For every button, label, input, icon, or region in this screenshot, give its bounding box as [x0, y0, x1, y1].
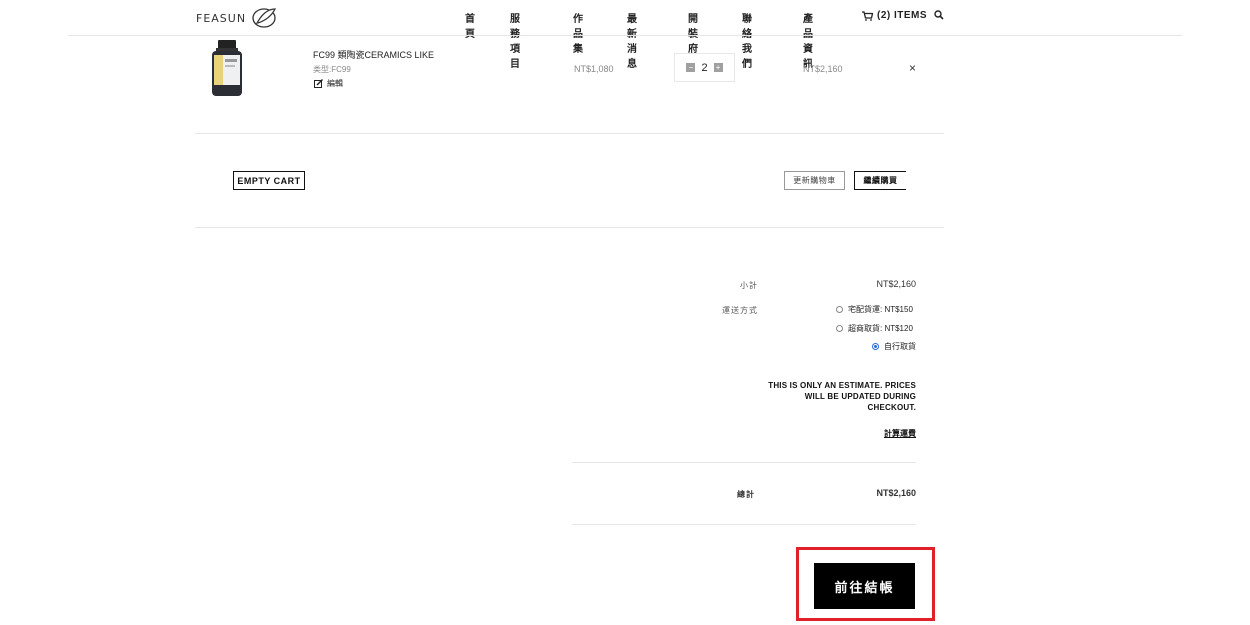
line-total: NT$2,160 [803, 64, 843, 74]
product-variant: 类型:FC99 [313, 65, 351, 74]
update-cart-button[interactable]: 更新購物車 [784, 171, 845, 190]
shipping-option-convenience-store[interactable]: 超商取貨: NT$120 [836, 323, 913, 334]
logo[interactable]: FEASUN [196, 4, 278, 32]
radio-pickup[interactable] [872, 343, 879, 350]
unit-price: NT$1,080 [574, 64, 614, 74]
shipping-option-label: 宅配貨運: NT$150 [848, 305, 913, 314]
header-divider [68, 35, 1182, 36]
nav-products[interactable]: 產品資訊 [803, 10, 814, 70]
divider [195, 133, 944, 134]
divider [572, 462, 916, 463]
quantity-value[interactable]: 2 [701, 62, 707, 74]
total-label: 總計 [737, 490, 755, 499]
shipping-option-pickup[interactable]: 自行取貨 [872, 341, 916, 352]
continue-shopping-button[interactable]: 繼續購買 [854, 171, 906, 190]
nav-store[interactable]: 開裝府 [688, 10, 699, 55]
cart-icon [862, 10, 873, 21]
nav-portfolio[interactable]: 作品集 [573, 10, 584, 55]
checkout-button[interactable]: 前往結帳 [814, 563, 915, 609]
subtotal-value: NT$2,160 [876, 279, 916, 289]
search-icon [934, 10, 944, 20]
product-image[interactable] [209, 40, 245, 98]
search-button[interactable] [934, 10, 944, 23]
shipping-option-delivery[interactable]: 宅配貨運: NT$150 [836, 304, 913, 315]
product-title[interactable]: FC99 類陶瓷CERAMICS LIKE [313, 48, 434, 61]
total-value: NT$2,160 [876, 488, 916, 498]
shipping-option-label: 超商取貨: NT$120 [848, 324, 913, 333]
edit-icon [314, 79, 323, 88]
radio-convenience-store[interactable] [836, 325, 843, 332]
remove-item-button[interactable]: × [909, 61, 916, 75]
empty-cart-button[interactable]: EMPTY CART [233, 171, 305, 190]
nav-cart[interactable]: (2) ITEMS [862, 10, 927, 21]
site-header: FEASUN 首頁 服務項目 作品集 最新消息 開裝府 聯絡我們 產品資訊 (2… [0, 0, 1250, 70]
nav-news[interactable]: 最新消息 [627, 10, 638, 70]
divider [195, 227, 944, 228]
shipping-label: 運送方式 [722, 306, 758, 315]
subtotal-label: 小計 [740, 281, 758, 290]
nav-contact[interactable]: 聯絡我們 [742, 10, 753, 70]
radio-delivery[interactable] [836, 306, 843, 313]
qty-decrease-button[interactable]: − [686, 63, 696, 72]
nav-services[interactable]: 服務項目 [510, 10, 521, 70]
edit-item-link[interactable]: 編輯 [314, 78, 343, 89]
shipping-option-label: 自行取貨 [884, 342, 916, 351]
logo-text: FEASUN [196, 11, 247, 25]
calculate-shipping-link[interactable]: 計算運費 [860, 428, 916, 439]
estimate-note: THIS IS ONLY AN ESTIMATE. PRICES WILL BE… [768, 381, 916, 412]
edit-label: 編輯 [327, 79, 343, 88]
cart-count: (2) ITEMS [877, 10, 928, 21]
leaf-logo-icon [252, 8, 277, 28]
divider [572, 524, 916, 525]
qty-increase-button[interactable]: + [713, 63, 723, 72]
quantity-stepper: − 2 + [674, 53, 735, 82]
